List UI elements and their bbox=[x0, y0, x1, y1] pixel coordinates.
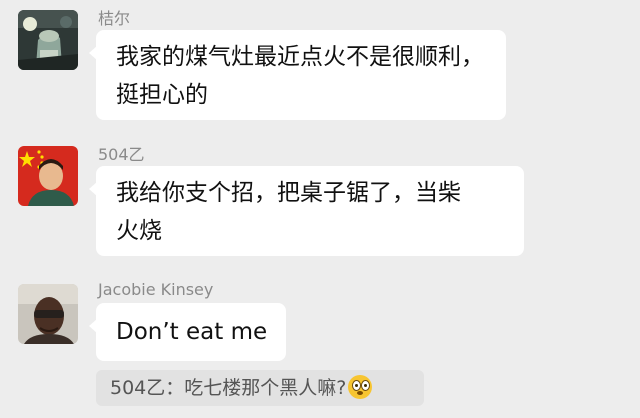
avatar-image bbox=[18, 10, 78, 70]
message-text: 火烧 bbox=[116, 218, 162, 244]
sender-name: 504乙 bbox=[98, 145, 145, 164]
flushed-face-icon bbox=[348, 375, 373, 399]
message-text: 我家的煤气灶最近点火不是很顺利， bbox=[116, 44, 484, 70]
avatar-image bbox=[18, 146, 78, 206]
avatar[interactable] bbox=[18, 10, 78, 70]
quoted-reply[interactable]: 504乙：吃七楼那个黑人嘛? bbox=[96, 370, 424, 406]
message-bubble[interactable]: 我给你支个招，把桌子锯了，当柴 火烧 bbox=[89, 166, 524, 256]
message-text: 我给你支个招，把桌子锯了，当柴 bbox=[116, 180, 461, 206]
avatar[interactable] bbox=[18, 146, 78, 206]
quoted-text: 504乙：吃七楼那个黑人嘛? bbox=[110, 377, 347, 399]
avatar-image bbox=[18, 284, 78, 344]
sender-name: 桔尔 bbox=[98, 9, 131, 28]
message-text: 挺担心的 bbox=[116, 82, 208, 108]
message-text: Don’t eat me bbox=[116, 319, 268, 345]
message-bubble[interactable]: 我家的煤气灶最近点火不是很顺利， 挺担心的 bbox=[89, 30, 506, 120]
message-bubble[interactable]: Don’t eat me bbox=[89, 303, 286, 361]
sender-name: Jacobie Kinsey bbox=[98, 280, 214, 299]
avatar[interactable] bbox=[18, 284, 78, 344]
